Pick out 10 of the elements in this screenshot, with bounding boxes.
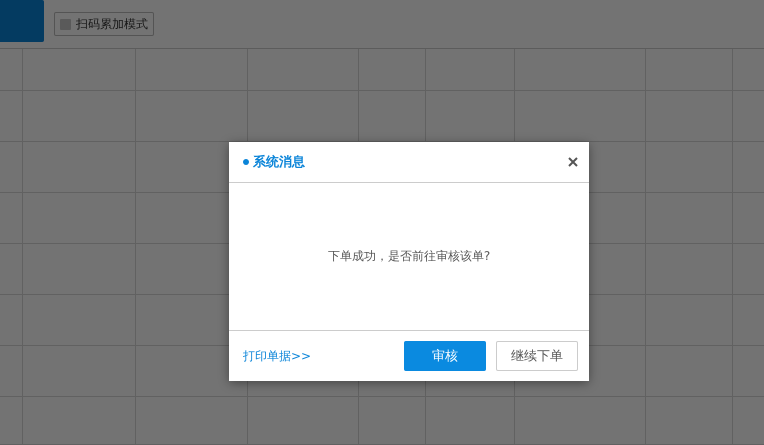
checkbox-label: 扫码累加模式 [76,16,148,32]
scan-mode-checkbox[interactable]: 扫码累加模式 [54,12,154,36]
print-link[interactable]: 打印单据>> [243,348,312,364]
close-icon[interactable] [568,157,578,167]
checkbox-icon [60,18,71,30]
dialog-message: 下单成功，是否前往审核该单? [328,248,490,265]
dot-icon [243,159,249,165]
dialog-button[interactable]: 审核 [404,341,486,371]
dialog-button[interactable]: 继续下单 [496,341,578,371]
dialog-title: 系统消息 [253,154,305,171]
